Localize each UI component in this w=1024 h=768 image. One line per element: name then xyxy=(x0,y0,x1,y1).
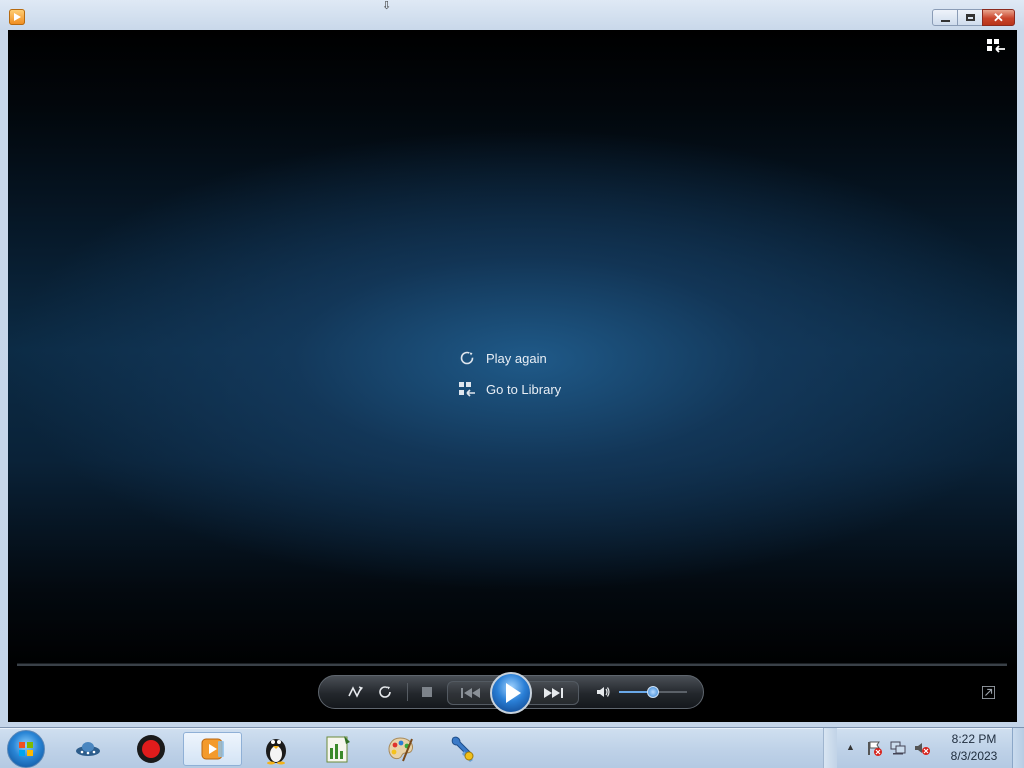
repeat-icon xyxy=(379,686,391,698)
close-button[interactable]: ✕ xyxy=(982,9,1015,26)
palette-icon xyxy=(388,737,413,762)
taskbar-item-chart-editor[interactable] xyxy=(318,732,358,766)
library-icon xyxy=(459,382,475,397)
previous-icon xyxy=(461,688,480,698)
title-bar[interactable]: ⇩ ✕ xyxy=(0,0,1024,30)
switch-to-now-playing-icon[interactable] xyxy=(982,686,995,699)
shuffle-icon xyxy=(348,686,363,698)
close-icon: ✕ xyxy=(993,9,1004,25)
show-hidden-icons-icon[interactable]: ▲ xyxy=(846,742,855,752)
clock-date: 8/3/2023 xyxy=(950,749,998,763)
go-to-library-link[interactable]: Go to Library xyxy=(458,378,561,400)
maximize-icon xyxy=(965,14,975,21)
volume-thumb[interactable] xyxy=(647,686,659,698)
ufo-icon xyxy=(76,742,100,756)
action-center-flag-icon[interactable] xyxy=(866,740,882,756)
separator xyxy=(407,683,408,701)
wrench-icon xyxy=(451,736,474,762)
taskbar-item-media-player[interactable] xyxy=(183,732,242,766)
stop-icon xyxy=(422,687,432,697)
stop-button[interactable] xyxy=(417,676,437,708)
taskbar-scroll[interactable] xyxy=(823,728,837,768)
play-again-label: Play again xyxy=(486,350,547,366)
now-playing-area[interactable]: Play again Go to Library xyxy=(8,30,1017,722)
record-icon xyxy=(137,735,165,763)
taskbar-item-recorder[interactable] xyxy=(131,732,171,766)
go-to-library-label: Go to Library xyxy=(486,381,562,397)
show-desktop-button[interactable] xyxy=(1012,728,1024,768)
playback-controls xyxy=(318,672,704,714)
window-controls: ✕ xyxy=(932,9,1015,26)
switch-to-library-icon[interactable] xyxy=(986,38,1006,54)
minimize-button[interactable] xyxy=(932,9,958,26)
taskbar-item-penguin-app[interactable] xyxy=(256,732,296,766)
end-of-playback-menu: Play again Go to Library xyxy=(458,347,561,409)
network-icon[interactable] xyxy=(890,740,906,756)
mute-button[interactable] xyxy=(593,676,613,708)
resize-cursor-icon: ⇩ xyxy=(382,0,392,12)
replay-icon xyxy=(460,351,474,365)
taskbar-item-paint[interactable] xyxy=(380,732,420,766)
speaker-icon xyxy=(597,687,610,697)
clock-time: 8:22 PM xyxy=(951,732,997,746)
taskbar-item-network-tool[interactable] xyxy=(68,732,108,766)
maximize-button[interactable] xyxy=(957,9,983,26)
play-button[interactable] xyxy=(490,672,532,714)
chart-document-icon xyxy=(326,736,350,763)
taskbar-clock[interactable]: 8:22 PM 8/3/2023 xyxy=(944,731,1004,765)
start-button[interactable] xyxy=(7,730,45,768)
media-player-window: ⇩ ✕ Play again Go to Library xyxy=(0,0,1024,728)
windows-logo-icon xyxy=(19,742,33,756)
taskbar-item-tools[interactable] xyxy=(442,732,482,766)
play-again-link[interactable]: Play again xyxy=(458,347,561,369)
volume-muted-icon[interactable] xyxy=(914,740,930,756)
media-player-app-icon[interactable] xyxy=(9,9,25,25)
media-player-icon xyxy=(201,738,224,760)
shuffle-button[interactable] xyxy=(345,676,365,708)
play-icon xyxy=(505,683,521,703)
penguin-icon xyxy=(266,739,286,765)
repeat-button[interactable] xyxy=(375,676,395,708)
minimize-icon xyxy=(940,19,950,22)
seek-bar[interactable] xyxy=(17,663,1007,666)
next-icon xyxy=(544,688,563,698)
next-button[interactable] xyxy=(529,681,579,705)
